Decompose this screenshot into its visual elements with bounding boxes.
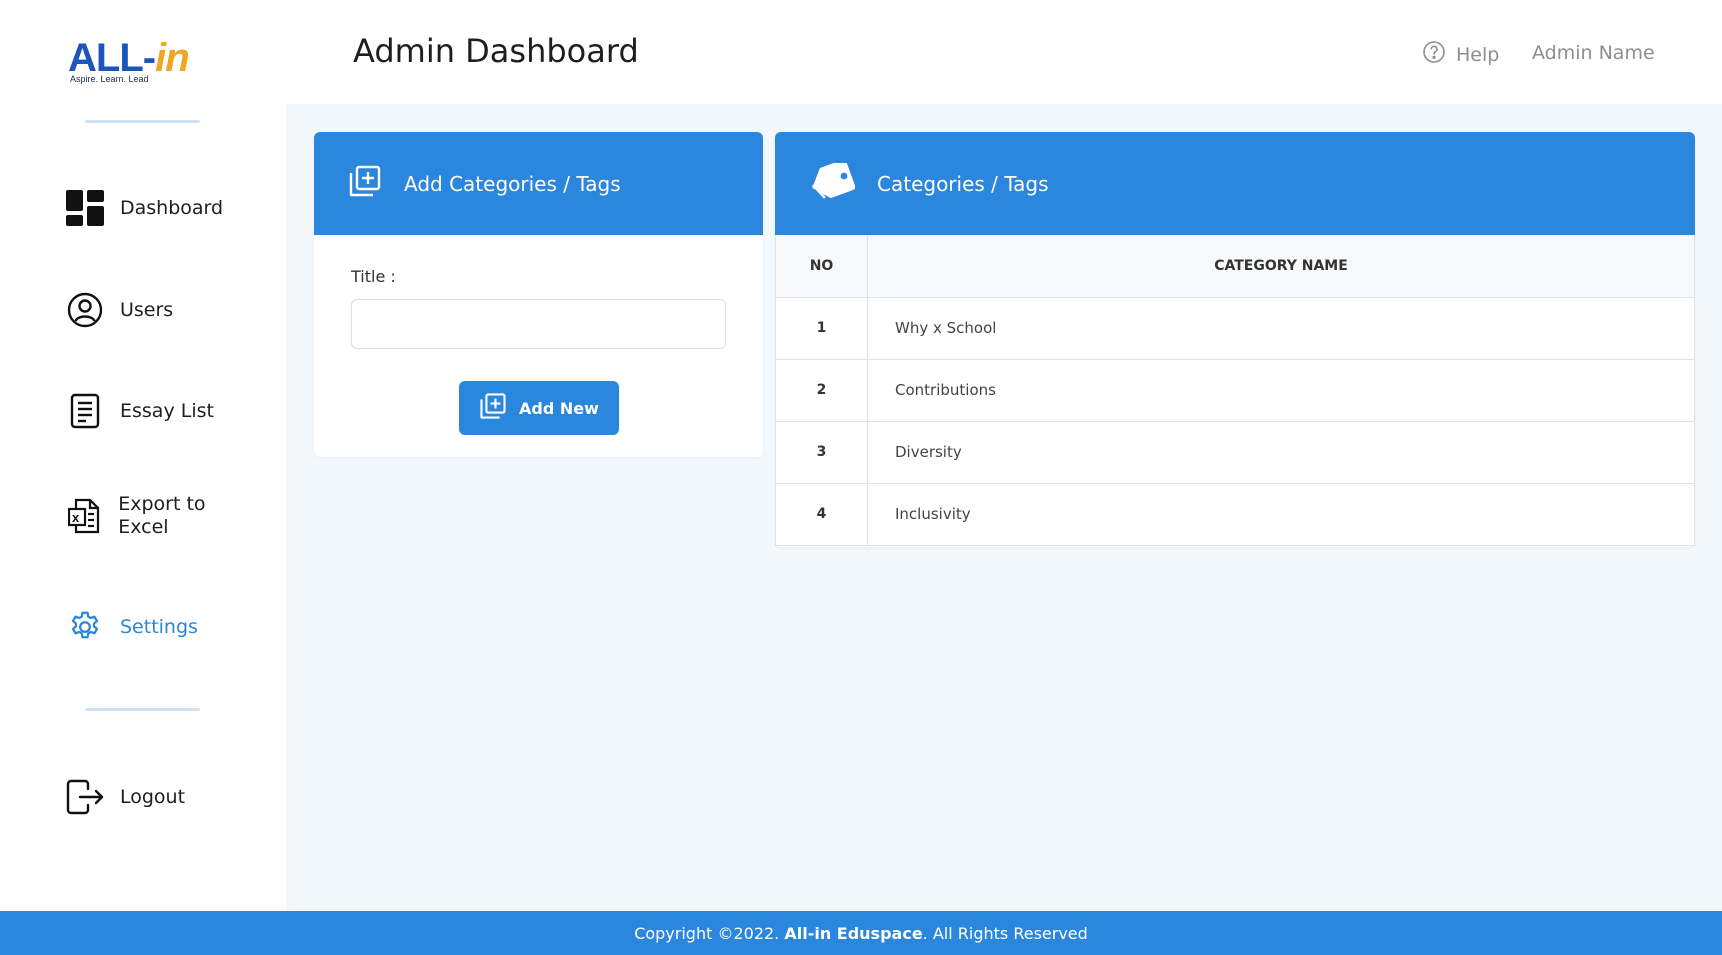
excel-icon: x: [64, 495, 104, 537]
sidebar-item-label: Dashboard: [120, 197, 224, 219]
tag-icon: [809, 159, 856, 204]
add-new-button[interactable]: Add New: [459, 381, 619, 435]
add-categories-card: Add Categories / Tags Title : Add New: [314, 132, 763, 457]
sidebar-item-essay-list[interactable]: Essay List: [64, 387, 214, 435]
help-link[interactable]: Help: [1422, 40, 1499, 69]
sidebar-divider-top: [85, 120, 200, 123]
admin-name[interactable]: Admin Name: [1532, 42, 1655, 64]
footer-prefix: Copyright ©2022.: [634, 923, 785, 943]
title-input[interactable]: [351, 299, 726, 349]
help-label: Help: [1456, 43, 1500, 66]
category-name: Why x School: [867, 296, 1695, 360]
user-circle-icon: [64, 289, 106, 331]
row-number: 1: [775, 296, 868, 360]
add-categories-title: Add Categories / Tags: [404, 171, 621, 196]
title-field-label: Title :: [351, 267, 396, 286]
footer-copyright: Copyright ©2022. All-in Eduspace. All Ri…: [634, 924, 1088, 943]
table-row[interactable]: 3 Diversity: [775, 420, 1695, 484]
sidebar-item-label: Essay List: [120, 400, 214, 422]
sidebar-item-export-excel[interactable]: x Export to Excel: [64, 492, 214, 540]
svg-text:x: x: [72, 510, 80, 525]
sidebar-item-label: Settings: [120, 616, 198, 638]
categories-table: NO CATEGORY NAME 1 Why x School 2 Contri…: [775, 235, 1695, 546]
categories-list-title: Categories / Tags: [877, 171, 1049, 196]
add-categories-header: Add Categories / Tags: [314, 132, 763, 235]
table-header-row: NO CATEGORY NAME: [775, 235, 1695, 298]
sidebar-item-label: Export to Excel: [118, 493, 206, 538]
logout-icon: [64, 776, 106, 818]
sidebar-item-dashboard[interactable]: Dashboard: [64, 184, 223, 232]
document-list-icon: [64, 390, 106, 432]
row-number: 4: [775, 482, 868, 546]
sidebar-item-settings[interactable]: Settings: [64, 603, 198, 651]
sidebar: ALL-in Aspire. Learn. Lead Dashboard Use…: [0, 0, 286, 911]
sidebar-divider-bottom: [85, 708, 200, 711]
category-name: Contributions: [867, 358, 1695, 422]
categories-list-card: Categories / Tags NO CATEGORY NAME 1 Why…: [775, 132, 1695, 547]
categories-list-header: Categories / Tags: [775, 132, 1695, 235]
category-name: Inclusivity: [867, 482, 1695, 546]
all-in-logo[interactable]: ALL-in Aspire. Learn. Lead: [68, 36, 228, 86]
table-row[interactable]: 4 Inclusivity: [775, 482, 1695, 546]
sidebar-item-users[interactable]: Users: [64, 286, 173, 334]
column-header-no: NO: [775, 235, 868, 298]
page-title: Admin Dashboard: [353, 32, 639, 70]
add-new-label: Add New: [519, 398, 599, 418]
category-name: Diversity: [867, 420, 1695, 484]
dashboard-icon: [64, 187, 106, 229]
top-header: Admin Dashboard Help Admin Name: [286, 0, 1722, 104]
sidebar-item-label: Users: [120, 299, 174, 321]
add-box-icon: [348, 164, 382, 203]
column-header-category-name: CATEGORY NAME: [867, 235, 1695, 298]
logo-text-accent: in: [155, 36, 190, 80]
footer-brand: All-in Eduspace: [784, 923, 923, 943]
footer-suffix: . All Rights Reserved: [922, 923, 1088, 943]
gear-icon: [64, 606, 106, 648]
add-box-icon: [479, 392, 507, 424]
sidebar-item-label: Logout: [120, 786, 186, 808]
row-number: 2: [775, 358, 868, 422]
table-row[interactable]: 1 Why x School: [775, 296, 1695, 360]
table-row[interactable]: 2 Contributions: [775, 358, 1695, 422]
sidebar-item-logout[interactable]: Logout: [64, 773, 185, 821]
question-circle-icon: [1422, 40, 1446, 69]
row-number: 3: [775, 420, 868, 484]
logo-tagline: Aspire. Learn. Lead: [70, 74, 149, 84]
footer: Copyright ©2022. All-in Eduspace. All Ri…: [0, 911, 1722, 955]
